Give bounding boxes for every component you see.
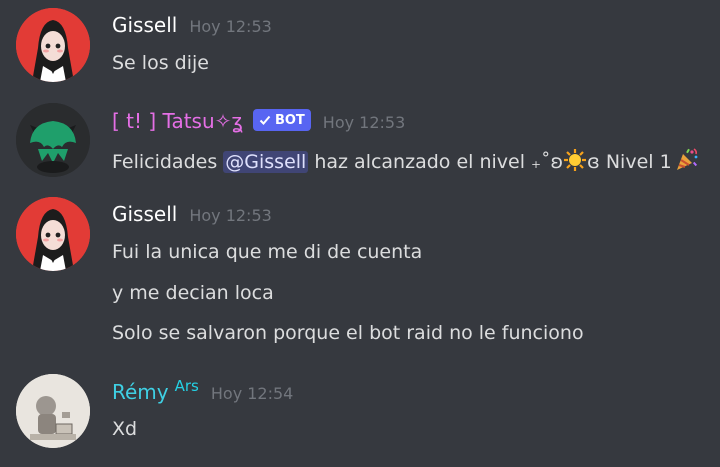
message-text: y me decian loca [112,282,274,304]
sketch-character-avatar-icon [16,374,90,448]
role-tag: Ars [174,377,199,395]
timestamp: Hoy 12:53 [189,17,272,36]
message-text: Solo se salvaron porque el bot raid no l… [112,322,584,344]
bot-username[interactable]: [ t! ] Tatsu✧ʓ [112,109,243,133]
timestamp: Hoy 12:54 [210,384,294,403]
message-text-prefix: Felicidades [112,151,224,173]
message-text-middle: haz alcanzado el nivel ₊˚ʚ [308,151,564,173]
bot-badge-label: BOT [274,112,305,128]
timestamp: Hoy 12:53 [322,113,406,132]
timestamp: Hoy 12:53 [189,206,272,225]
anime-girl-avatar-icon [16,8,90,82]
user-mention[interactable]: @Gissell [223,151,309,173]
username[interactable]: Gissell [112,13,177,37]
sun-emoji-icon [563,148,587,177]
green-creature-avatar-icon [16,103,90,177]
message-text-suffix: ɞ Nivel 1 [587,151,672,173]
anime-girl-avatar-icon [16,197,90,271]
message-text: Se los dije [112,52,209,74]
username[interactable]: Rémy [112,380,169,404]
bot-avatar[interactable] [16,103,90,177]
checkmark-icon [259,115,271,125]
username[interactable]: Gissell [112,202,177,226]
party-popper-emoji-icon [674,146,700,177]
message-text: Felicidades @Gissell haz alcanzado el ni… [112,146,700,177]
user-avatar[interactable] [16,8,90,82]
message-text: Xd [112,418,138,440]
bot-badge: BOT [252,109,311,131]
user-avatar[interactable] [16,374,90,448]
message-text: Fui la unica que me di de cuenta [112,241,423,263]
user-avatar[interactable] [16,197,90,271]
